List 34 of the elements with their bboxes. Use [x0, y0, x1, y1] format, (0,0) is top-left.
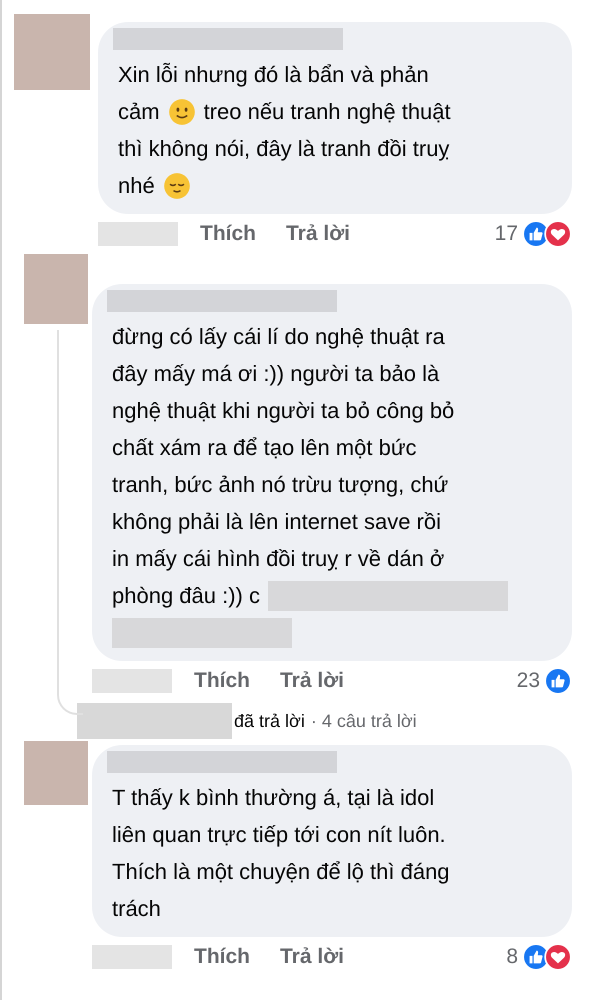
comment-text: đây mấy má ơi :)) người ta bảo là — [112, 360, 440, 386]
avatar[interactable] — [24, 741, 88, 805]
reaction-count: 17 — [494, 222, 518, 246]
reply-count[interactable]: · 4 câu trả lời — [310, 710, 417, 732]
comment-text: chất xám ra để tạo lên một bức — [112, 434, 417, 460]
comment-text: không phải là lên internet save rồi — [112, 508, 441, 534]
smiley-icon — [168, 98, 196, 126]
action-link[interactable]: Trả lời — [280, 669, 344, 693]
comment-text: Thích là một chuyện để lộ thì đáng — [112, 858, 450, 884]
comment-text: in mấy cái hình đồi truỵ r về dán ở — [112, 546, 444, 572]
comment-text: treo nếu tranh nghệ thuật — [204, 98, 451, 124]
action-link[interactable]: Thích — [194, 669, 250, 693]
comment-text: nghệ thuật khi người ta bỏ công bỏ — [112, 398, 454, 424]
reaction-count: 23 — [516, 669, 540, 693]
comment-text: tranh, bức ảnh nó trừu tượng, chứ — [112, 472, 448, 498]
comment-text: thì không nói, đây là tranh đồi truỵ — [118, 136, 450, 162]
comment-text: T thấy k bình thường á, tại là idol — [112, 784, 434, 810]
action-link[interactable]: Trả lời — [280, 945, 344, 969]
avatar[interactable] — [14, 14, 90, 90]
comment-text: liên quan trực tiếp tới con nít luôn. — [112, 822, 446, 848]
comment-text: nhé — [118, 172, 155, 198]
comment-text: đừng có lấy cái lí do nghệ thuật ra — [112, 324, 445, 350]
action-link[interactable]: Thích — [200, 222, 256, 246]
action-link[interactable]: Thích — [194, 945, 250, 969]
comment-text: phòng đâu :)) c — [112, 582, 260, 608]
comment-text: Xin lỗi nhưng đó là bẩn và phản — [118, 62, 429, 88]
reaction-count: 8 — [506, 945, 518, 969]
comment-text: cảm — [118, 98, 160, 124]
replies-link[interactable]: đã trả lời — [234, 710, 305, 732]
like-icon — [544, 667, 572, 695]
avatar[interactable] — [24, 254, 88, 324]
action-link[interactable]: Trả lời — [286, 222, 350, 246]
smiley-icon — [162, 172, 191, 200]
comment-text: trách — [112, 896, 161, 922]
